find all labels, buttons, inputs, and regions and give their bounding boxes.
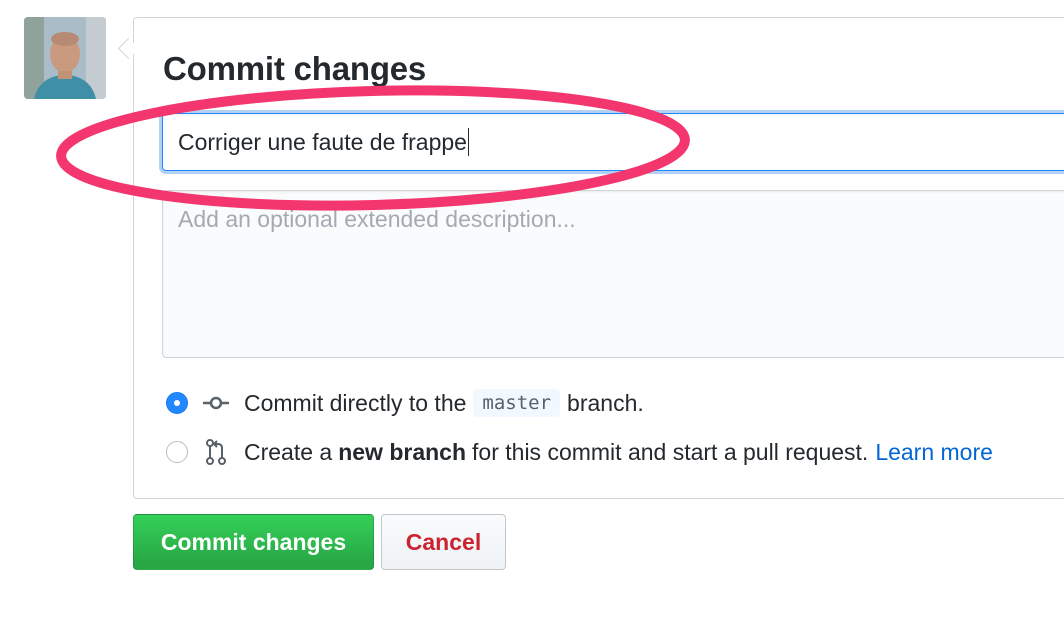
commit-form-screen: Commit changes Corriger une faute de fra… xyxy=(0,0,1064,630)
branch-name-badge: master xyxy=(473,389,561,417)
text-caret xyxy=(467,128,470,156)
user-avatar[interactable] xyxy=(24,17,106,99)
commit-summary-input[interactable]: Corriger une faute de frappe xyxy=(162,113,1064,171)
cancel-button[interactable]: Cancel xyxy=(381,514,506,570)
commit-changes-button[interactable]: Commit changes xyxy=(133,514,374,570)
description-placeholder: Add an optional extended description... xyxy=(178,206,576,232)
option-bold-text: new branch xyxy=(338,438,467,465)
option-new-branch[interactable]: Create a new branch for this commit and … xyxy=(166,438,993,466)
git-pull-request-icon xyxy=(202,439,230,465)
radio-commit-direct[interactable] xyxy=(166,392,188,414)
option-text: Create a xyxy=(244,438,333,465)
option-text-after: branch. xyxy=(567,389,644,416)
option-text: Commit directly to the xyxy=(244,389,467,416)
option-commit-direct[interactable]: Commit directly to the master branch. xyxy=(166,389,644,417)
commit-summary-value: Corriger une faute de frappe xyxy=(178,128,467,155)
option-text-after: for this commit and start a pull request… xyxy=(472,438,869,465)
git-commit-icon xyxy=(202,390,230,416)
radio-new-branch[interactable] xyxy=(166,441,188,463)
learn-more-link[interactable]: Learn more xyxy=(875,439,993,466)
commit-title: Commit changes xyxy=(163,50,427,87)
commit-description-textarea[interactable]: Add an optional extended description... xyxy=(162,190,1064,358)
